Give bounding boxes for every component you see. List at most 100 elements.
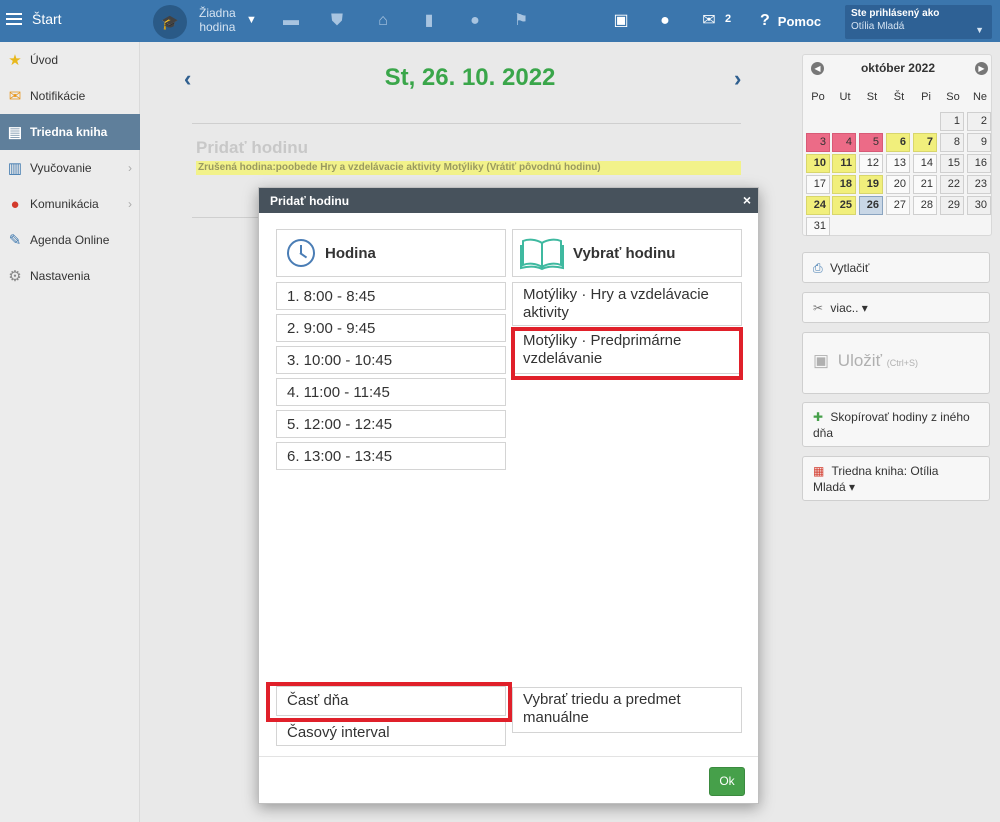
sidebar-item-notifikacie[interactable]: ✉ Notifikácie xyxy=(0,78,140,114)
highlight-box xyxy=(511,327,743,380)
calendar-day[interactable]: 21 xyxy=(913,175,937,194)
calendar-day[interactable]: 28 xyxy=(913,196,937,215)
messages-count: 2 xyxy=(725,13,732,25)
save-shortcut-hint: (Ctrl+S) xyxy=(886,358,918,368)
more-button[interactable]: ✂ viac.. ▾ xyxy=(802,292,990,323)
subject-option-hry[interactable]: Motýliky · Hry a vzdelávacie aktivity xyxy=(512,282,742,326)
calendar-day[interactable]: 6 xyxy=(886,133,910,152)
hamburger-icon xyxy=(6,13,22,25)
people-icon[interactable]: ⚑ xyxy=(510,10,532,32)
envelope-icon: ✉ xyxy=(8,88,22,105)
start-label: Štart xyxy=(32,11,62,27)
sidebar-item-label: Komunikácia xyxy=(30,197,99,211)
calendar-day[interactable]: 17 xyxy=(806,175,830,194)
sidebar-item-komunikacia[interactable]: ● Komunikácia › xyxy=(0,186,140,222)
calendar-day[interactable]: 7 xyxy=(913,133,937,152)
calendar-day[interactable]: 27 xyxy=(886,196,910,215)
help-button[interactable]: ? Pomoc xyxy=(760,12,821,30)
print-button[interactable]: ⎙ Vytlačiť xyxy=(802,252,990,283)
calendar-day[interactable]: 23 xyxy=(967,175,991,194)
calendar-day[interactable]: 1 xyxy=(940,112,964,131)
print-label: Vytlačiť xyxy=(829,261,870,275)
save-button[interactable]: ▣ Uložiť (Ctrl+S) xyxy=(802,332,990,394)
copy-lessons-button[interactable]: ✚ Skopírovať hodiny z iného dňa xyxy=(802,402,990,447)
sidebar-item-uvod[interactable]: ★ Úvod xyxy=(0,42,140,78)
calendar-day[interactable]: 24 xyxy=(806,196,830,215)
class-book-selector[interactable]: ▦ Triedna kniha: Otília Mladá ▾ xyxy=(802,456,990,501)
calendar-day[interactable]: 15 xyxy=(940,154,964,173)
close-icon[interactable]: × xyxy=(743,192,751,208)
sidebar-item-label: Nastavenia xyxy=(30,269,91,283)
calendar-day[interactable]: 20 xyxy=(886,175,910,194)
tools-icon: ✂ xyxy=(813,301,824,315)
user-name: Otília Mladá xyxy=(851,21,905,32)
calendar-day[interactable]: 5 xyxy=(859,133,883,152)
calendar-day[interactable]: 22 xyxy=(940,175,964,194)
calendar-day[interactable]: 12 xyxy=(859,154,883,173)
caret-down-icon[interactable]: ▼ xyxy=(246,14,257,26)
calendar-day[interactable]: 10 xyxy=(806,154,830,173)
calendar-day[interactable]: 3 xyxy=(806,133,830,152)
help-label: Pomoc xyxy=(777,13,822,29)
calendar-day[interactable]: 9 xyxy=(967,133,991,152)
cast-icon[interactable]: ▣ xyxy=(610,10,632,32)
clock-icon xyxy=(287,239,315,267)
calendar-day-today[interactable]: 26 xyxy=(859,196,883,215)
user-menu[interactable]: Ste prihlásený ako Otília Mladá ▼ xyxy=(845,5,992,39)
calendar-day[interactable]: 11 xyxy=(832,154,856,173)
mini-calendar: ◀ október 2022 ▶ Po Ut St Št Pi So Ne 1 … xyxy=(802,54,992,236)
envelope-icon[interactable]: ✉ xyxy=(698,10,720,32)
column-header-hodina: Hodina xyxy=(276,229,506,277)
time-slot-6[interactable]: 6. 13:00 - 13:45 xyxy=(276,442,506,470)
calendar-day[interactable]: 29 xyxy=(940,196,964,215)
highlight-box xyxy=(266,682,512,722)
user-title: Ste prihlásený ako xyxy=(851,8,940,19)
ok-button[interactable]: Ok xyxy=(709,767,745,796)
time-slot-3[interactable]: 3. 10:00 - 10:45 xyxy=(276,346,506,374)
time-slot-1[interactable]: 1. 8:00 - 8:45 xyxy=(276,282,506,310)
copy-lessons-label: Skopírovať hodiny z iného dňa xyxy=(813,410,970,440)
calendar-day[interactable]: 2 xyxy=(967,112,991,131)
bank-icon[interactable]: ⌂ xyxy=(372,10,394,32)
add-lesson-heading: Pridať hodinu xyxy=(196,138,309,157)
time-slot-4[interactable]: 4. 11:00 - 11:45 xyxy=(276,378,506,406)
sidebar-item-triedna-kniha[interactable]: ▤ Triedna kniha xyxy=(0,114,140,150)
calendar-day[interactable]: 16 xyxy=(967,154,991,173)
calendar-month-label: október 2022 xyxy=(860,61,936,75)
divider xyxy=(192,123,741,124)
calendar-day[interactable]: 25 xyxy=(832,196,856,215)
caret-down-icon: ▼ xyxy=(975,25,984,35)
shield-icon[interactable]: ⛊ xyxy=(326,10,348,32)
sidebar-item-nastavenia[interactable]: ⚙ Nastavenia xyxy=(0,258,140,294)
chat-icon[interactable]: ● xyxy=(654,10,676,32)
star-icon: ★ xyxy=(8,52,22,69)
sidebar-item-vyucovanie[interactable]: ▥ Vyučovanie › xyxy=(0,150,140,186)
calendar-dow: Ne xyxy=(972,91,988,103)
calendar-day[interactable]: 19 xyxy=(859,175,883,194)
bar-chart-icon[interactable]: ▮ xyxy=(418,10,440,32)
mortarboard-icon[interactable]: 🎓 xyxy=(153,5,187,39)
lesson-selector[interactable]: Žiadna hodina xyxy=(199,6,236,34)
start-menu-button[interactable]: Štart xyxy=(6,11,62,27)
calendar-day[interactable]: 4 xyxy=(832,133,856,152)
pen-icon: ✎ xyxy=(8,232,22,249)
calendar-day[interactable]: 31 xyxy=(806,217,830,236)
cancelled-lesson-bar[interactable]: Zrušená hodina:poobede Hry a vzdelávacie… xyxy=(196,161,741,175)
manual-select-option[interactable]: Vybrať triedu a predmet manuálne xyxy=(512,687,742,733)
circle-icon[interactable]: ● xyxy=(464,10,486,32)
calendar-next-month-button[interactable]: ▶ xyxy=(975,62,988,75)
calendar-day[interactable]: 18 xyxy=(832,175,856,194)
next-day-button[interactable]: › xyxy=(734,66,741,92)
time-slot-2[interactable]: 2. 9:00 - 9:45 xyxy=(276,314,506,342)
calendar-day[interactable]: 30 xyxy=(967,196,991,215)
calendar-day[interactable]: 8 xyxy=(940,133,964,152)
time-slot-5[interactable]: 5. 12:00 - 12:45 xyxy=(276,410,506,438)
sidebar-item-agenda-online[interactable]: ✎ Agenda Online xyxy=(0,222,140,258)
calendar-day[interactable]: 13 xyxy=(886,154,910,173)
page-title: St, 26. 10. 2022 xyxy=(384,64,556,91)
briefcase-icon[interactable]: ▬ xyxy=(280,10,302,32)
calendar-day[interactable]: 14 xyxy=(913,154,937,173)
time-interval-option[interactable]: Časový interval xyxy=(276,718,506,746)
book-icon: ▥ xyxy=(7,160,23,177)
class-book-label-line1: Triedna kniha: Otília xyxy=(831,464,939,478)
